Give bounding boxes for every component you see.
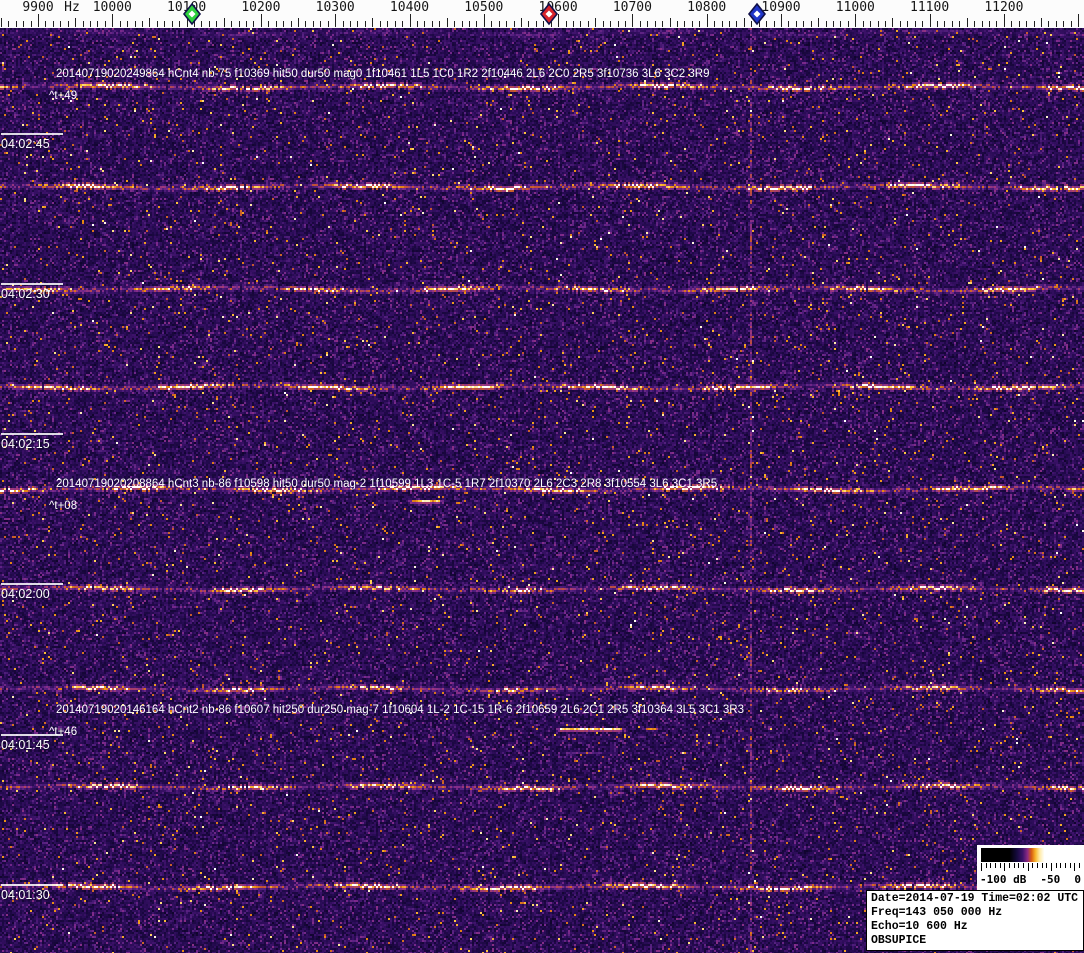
ruler-label-10200: 10200 bbox=[241, 0, 281, 15]
info-station-name: OBSUPICE bbox=[871, 934, 927, 947]
frequency-ruler: 9900 10000 10100 10200 10300 10400 10500 10600 1… bbox=[0, 0, 1084, 28]
time-label: 04:01:30 bbox=[1, 888, 50, 902]
time-label: 04:01:45 bbox=[1, 738, 50, 752]
colorbar-label-max: 0 bbox=[1074, 873, 1081, 886]
detection-time-offset: ^t+08 bbox=[49, 500, 78, 512]
time-label: 04:02:45 bbox=[1, 137, 50, 151]
info-echo-frequency: Echo=10 600 Hz bbox=[871, 920, 968, 933]
ruler-label-11200: 11200 bbox=[984, 0, 1024, 15]
green-marker[interactable] bbox=[182, 2, 202, 26]
red-marker[interactable] bbox=[539, 2, 559, 26]
time-tick-line bbox=[1, 133, 63, 135]
time-label: 04:02:00 bbox=[1, 587, 50, 601]
info-date-time: Date=2014-07-19 Time=02:02 UTC bbox=[871, 892, 1079, 905]
colorbar-labels: -100 dB -50 0 bbox=[980, 873, 1081, 886]
time-tick-line bbox=[1, 283, 63, 285]
colorbar-ticks bbox=[981, 863, 1080, 871]
detection-annotation: 20140719020208864 hCnt3 nb-86 f10598 hit… bbox=[56, 478, 718, 490]
ruler-unit-label: Hz bbox=[64, 0, 80, 15]
detection-annotation: 20140719020249864 hCnt4 nb-75 f10369 hit… bbox=[56, 68, 710, 80]
colorbar-label-mid: -50 bbox=[1040, 873, 1061, 886]
detection-annotation: 20140719020146164 hCnt2 nb-86 f10607 hit… bbox=[56, 704, 744, 716]
detection-time-offset: ^t+46 bbox=[49, 726, 78, 738]
blue-marker[interactable] bbox=[747, 2, 767, 26]
time-tick-line bbox=[1, 433, 63, 435]
detection-time-offset: ^t+49 bbox=[49, 90, 78, 102]
ruler-label-10000: 10000 bbox=[92, 0, 132, 15]
time-label: 04:02:30 bbox=[1, 287, 50, 301]
ruler-label-11100: 11100 bbox=[910, 0, 950, 15]
time-tick-line bbox=[1, 884, 63, 886]
ruler-label-10900: 10900 bbox=[761, 0, 801, 15]
spectrogram-waterfall bbox=[0, 28, 1084, 953]
colorbar-label-min: -100 dB bbox=[980, 873, 1027, 886]
time-label: 04:02:15 bbox=[1, 437, 50, 451]
ruler-label-9900: 9900 bbox=[22, 0, 54, 15]
ruler-label-11000: 11000 bbox=[835, 0, 875, 15]
info-frequency: Freq=143 050 000 Hz bbox=[871, 906, 1003, 919]
ruler-label-10400: 10400 bbox=[389, 0, 430, 15]
station-info-box: Date=2014-07-19 Time=02:02 UTC Freq=143 … bbox=[866, 890, 1084, 951]
time-tick-line bbox=[1, 583, 63, 585]
ruler-label-10500: 10500 bbox=[464, 0, 504, 15]
colorbar-gradient bbox=[981, 848, 1080, 862]
meteor-spectrogram-app: 9900 10000 10100 10200 10300 10400 10500 10600 1… bbox=[0, 0, 1084, 953]
ruler-label-10700: 10700 bbox=[612, 0, 652, 15]
ruler-label-10300: 10300 bbox=[315, 0, 355, 15]
color-scale-legend: -100 dB -50 0 bbox=[977, 845, 1084, 890]
ruler-label-10800: 10800 bbox=[687, 0, 727, 15]
